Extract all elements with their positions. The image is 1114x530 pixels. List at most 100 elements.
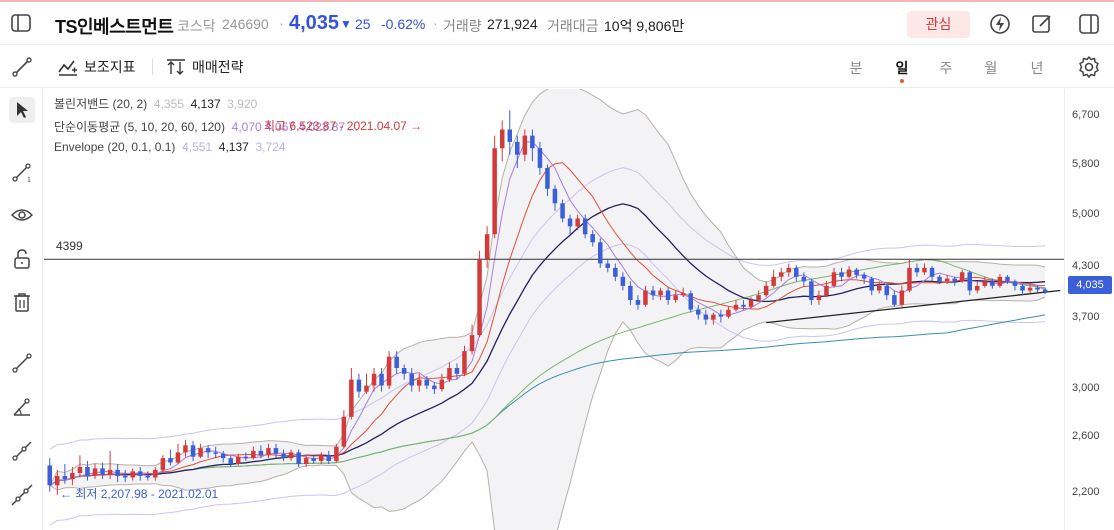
candle-body <box>356 379 362 392</box>
candle-body <box>243 456 249 459</box>
candle-body <box>801 276 807 282</box>
candle-body <box>183 445 188 453</box>
candle-body <box>846 269 852 277</box>
candle-body <box>100 468 105 475</box>
ray-line-tool[interactable] <box>9 438 35 464</box>
panel-toggle-icon[interactable] <box>10 12 32 34</box>
y-tick-label: 5,800 <box>1072 158 1100 170</box>
candlestick-chart-area[interactable]: 볼린저밴드 (20, 2) 4,355 4,137 3,920 단순이동평균 (… <box>44 89 1114 530</box>
indicators-label: 보조지표 <box>84 59 136 75</box>
period-month-tab[interactable]: 월 <box>981 58 1001 78</box>
svg-text:1: 1 <box>27 177 31 183</box>
separator-dot: · <box>433 15 438 31</box>
horizontal-line-label: 4399 <box>56 239 83 253</box>
price-chart[interactable] <box>44 89 1114 530</box>
line-tool[interactable]: 1 <box>9 159 35 185</box>
candle-body <box>130 471 135 478</box>
candle-body <box>281 453 286 459</box>
lock-toggle[interactable] <box>9 246 35 272</box>
period-day-tab[interactable]: 일 <box>892 58 912 78</box>
unlock-icon <box>14 249 30 269</box>
price-change-percent: -0.62% <box>381 16 426 32</box>
candle-body <box>696 309 701 315</box>
stock-header: TS인베스트먼트 코스닥 246690 · 4,035 ▼ 25 -0.62% … <box>0 2 1114 45</box>
lightning-icon[interactable] <box>988 12 1012 36</box>
candle-body <box>959 272 965 282</box>
candle-body <box>334 446 339 462</box>
drawing-tools-sidebar: 1 <box>0 89 43 530</box>
y-tick-label: 5,000 <box>1072 208 1100 220</box>
candle-body <box>296 452 301 464</box>
candle-body <box>115 469 120 476</box>
candle-body <box>500 129 505 149</box>
candle-body <box>507 129 512 142</box>
candle-body <box>349 379 354 417</box>
candle-body <box>62 476 68 480</box>
line-tool-icon: 1 <box>12 163 31 183</box>
candle-body <box>545 168 550 189</box>
candle-body <box>809 281 814 300</box>
split-view-icon[interactable] <box>1077 12 1101 36</box>
extended-line-tool[interactable] <box>9 482 35 508</box>
settings-gear-icon[interactable] <box>1077 55 1101 79</box>
candle-body <box>680 293 686 296</box>
candle-body <box>703 314 709 320</box>
candle-body <box>665 290 671 300</box>
candle-body <box>794 267 799 277</box>
candle-body <box>70 473 75 480</box>
down-arrow-icon: ▼ <box>340 17 352 31</box>
y-tick-label: 4,300 <box>1072 260 1100 272</box>
candle-body <box>658 290 663 296</box>
candle-body <box>982 281 988 286</box>
candle-body <box>394 356 399 368</box>
candle-body <box>439 379 445 390</box>
indicators-button[interactable]: 보조지표 <box>58 56 136 78</box>
candle-body <box>892 295 897 305</box>
candle-body <box>175 452 181 463</box>
candle-body <box>816 295 822 300</box>
strategy-arrows-icon <box>167 59 185 75</box>
high-price-note: 최고 6,523.87 - 2021.04.07 → <box>264 119 423 133</box>
bollinger-band-fill <box>49 89 1046 530</box>
sma-name: 단순이동평균 (5, 10, 20, 60, 120) <box>54 120 225 134</box>
price-change: 25 <box>355 16 371 32</box>
candle-body <box>205 448 211 453</box>
trendline-tool[interactable] <box>9 350 35 376</box>
candle-body <box>831 272 837 286</box>
edit-icon[interactable] <box>1030 12 1054 36</box>
candle-body <box>688 293 693 310</box>
draw-line-icon[interactable] <box>11 56 33 78</box>
separator-dot: · <box>279 15 284 31</box>
candle-body <box>756 295 761 300</box>
candle-body <box>371 373 377 386</box>
candle-body <box>605 263 610 268</box>
trading-strategy-button[interactable]: 매매전략 <box>166 56 244 78</box>
candle-body <box>153 469 158 478</box>
period-minute-tab[interactable]: 분 <box>846 58 866 78</box>
cursor-tool[interactable] <box>9 97 35 123</box>
watchlist-button[interactable]: 관심 <box>907 11 970 38</box>
candle-body <box>424 379 429 386</box>
y-tick-label: 2,600 <box>1072 430 1100 442</box>
candle-body <box>303 458 309 464</box>
period-week-tab[interactable]: 주 <box>936 58 956 78</box>
candle-body <box>613 267 618 277</box>
candle-body <box>138 471 143 476</box>
visibility-toggle[interactable] <box>9 202 35 228</box>
candle-body <box>92 468 98 476</box>
candle-body <box>492 148 497 235</box>
period-year-tab[interactable]: 년 <box>1027 58 1047 78</box>
candle-body <box>386 356 392 386</box>
angle-line-tool[interactable] <box>9 395 35 421</box>
candle-body <box>341 416 347 447</box>
candle-body <box>160 458 166 470</box>
candle-body <box>635 300 641 305</box>
candle-body <box>944 278 950 282</box>
candle-body <box>575 218 580 227</box>
candle-body <box>779 272 784 277</box>
current-price: 4,035 <box>289 12 340 34</box>
delete-drawings-button[interactable] <box>9 289 35 315</box>
candle-body <box>620 276 626 286</box>
candle-body <box>741 304 746 307</box>
candle-body <box>1020 285 1025 291</box>
